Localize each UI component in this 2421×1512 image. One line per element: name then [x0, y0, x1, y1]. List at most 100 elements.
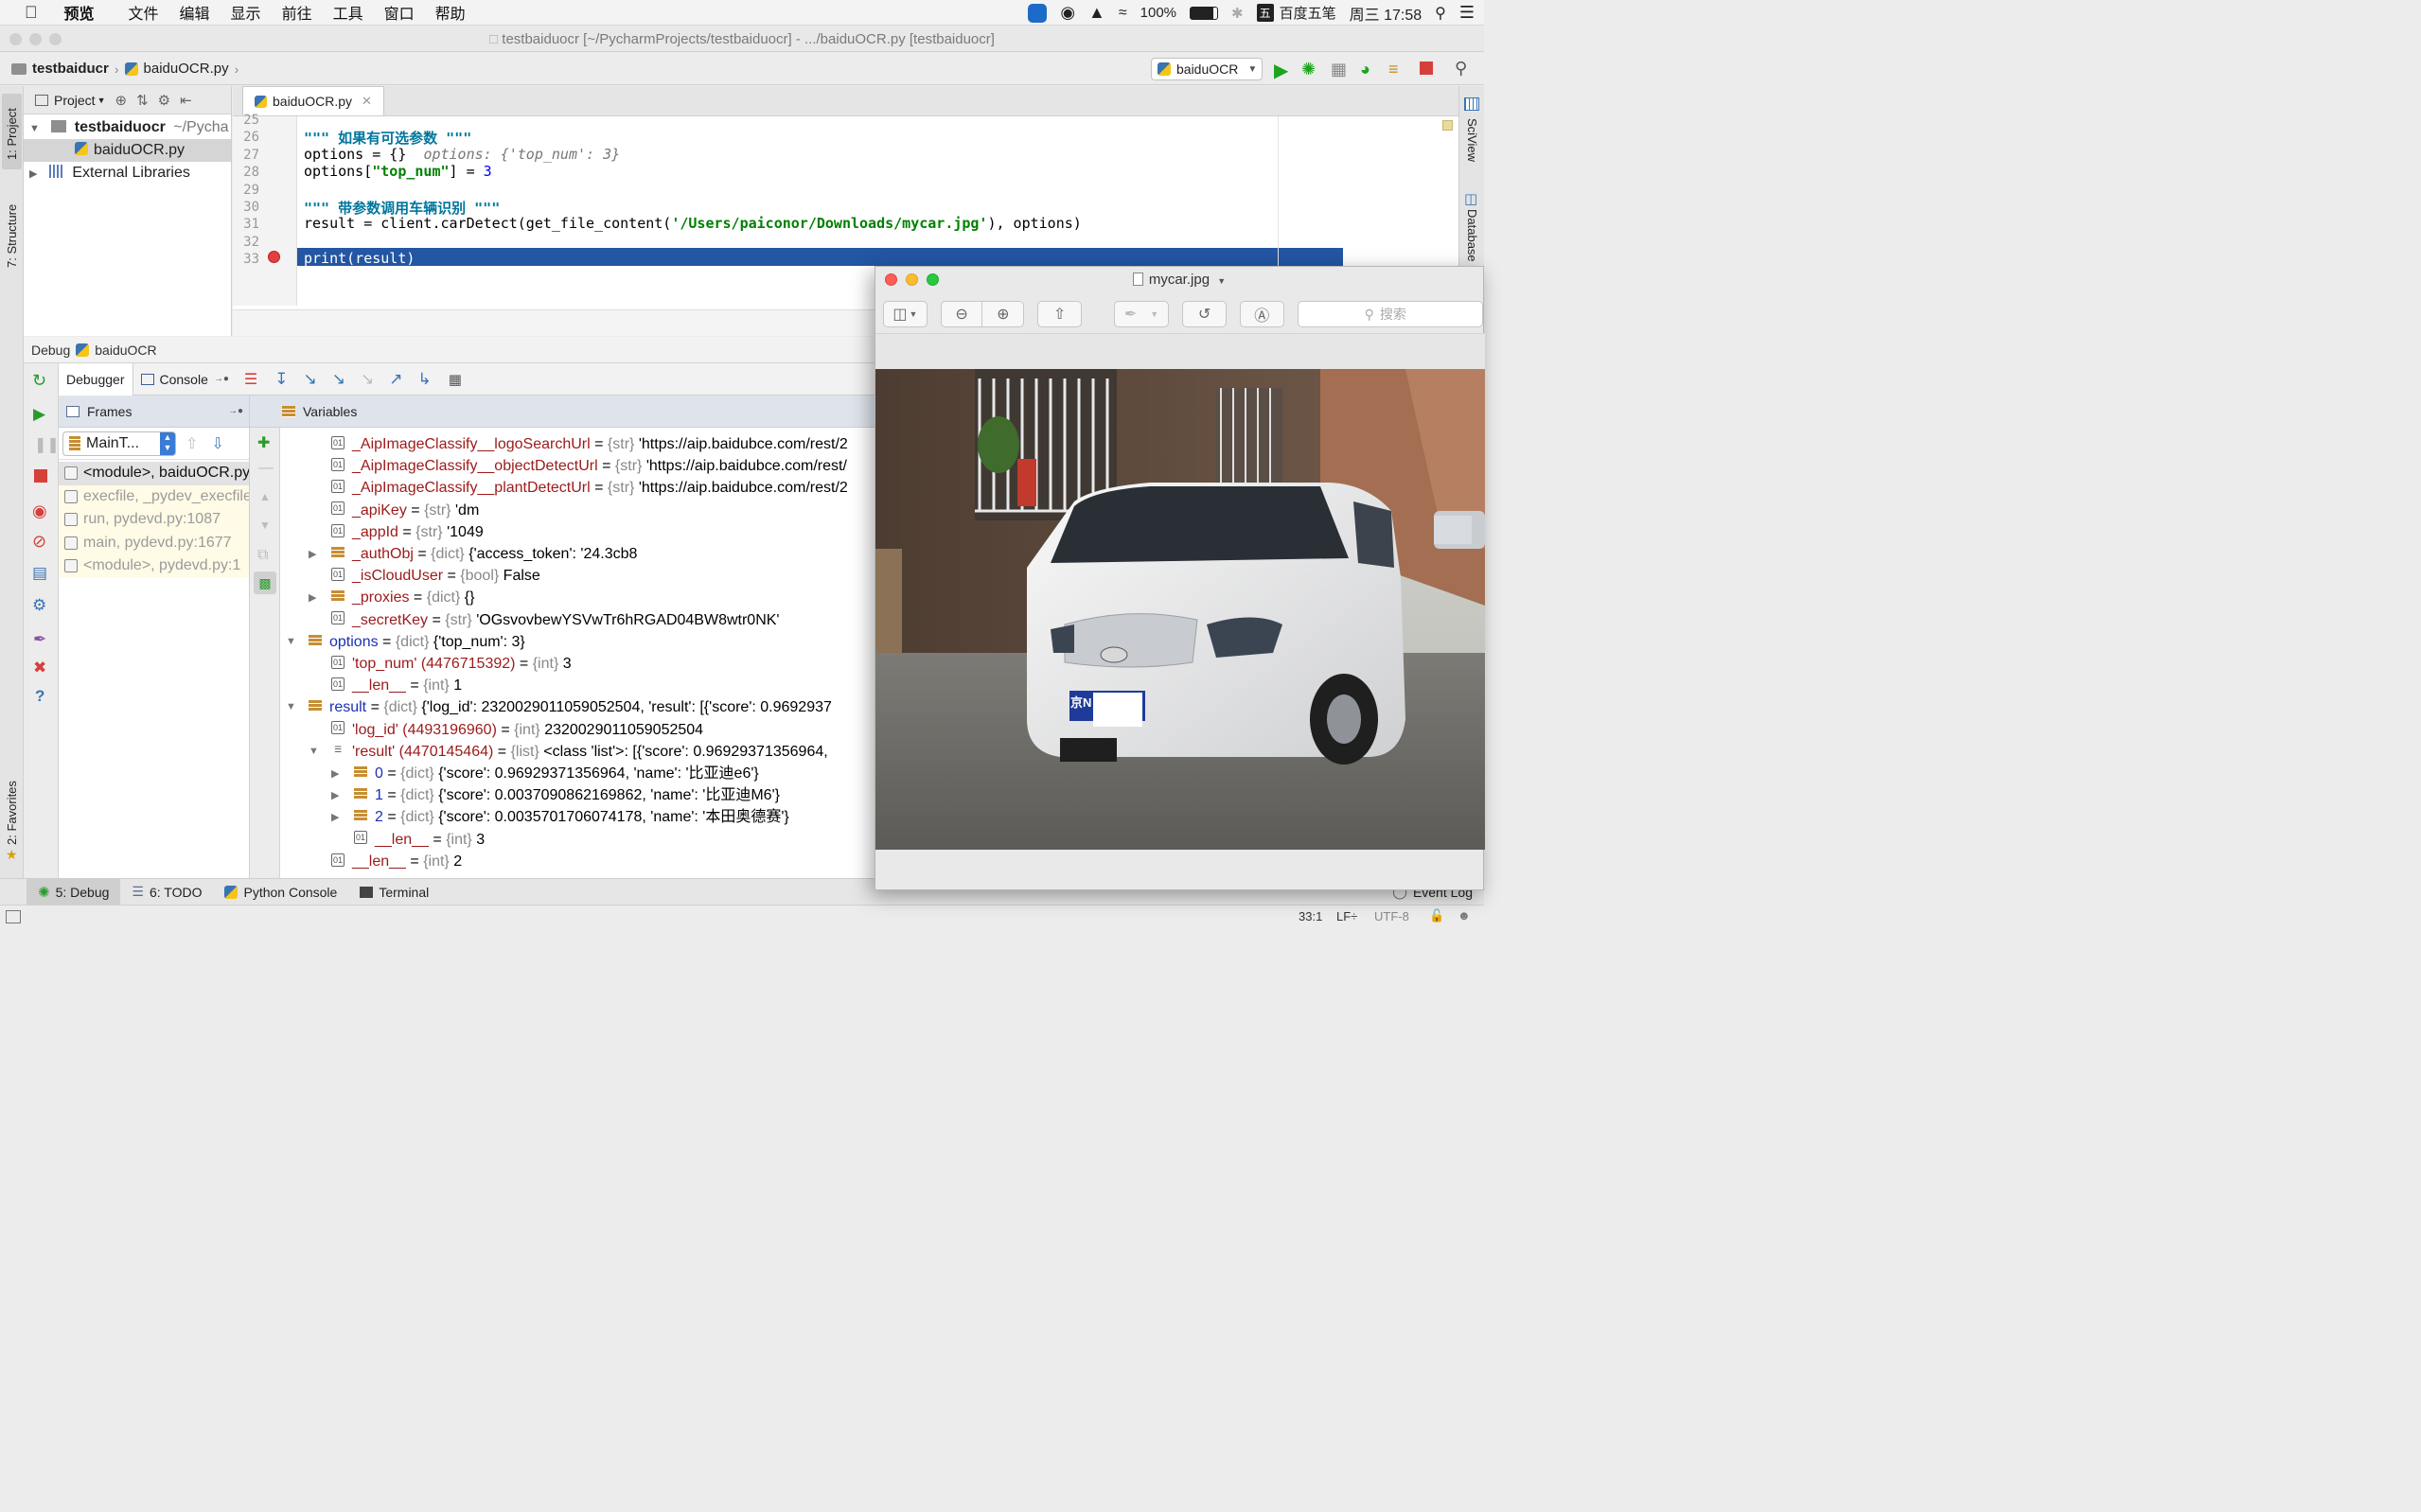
code-line[interactable]: print(result) — [304, 250, 415, 267]
tab-debugger[interactable]: Debugger — [59, 362, 133, 396]
battery-icon[interactable] — [1190, 6, 1219, 20]
menu-window[interactable]: 窗口 — [384, 1, 415, 24]
collapsed-arrow-icon[interactable]: ▶ — [309, 591, 316, 604]
spotlight-icon[interactable]: ⚲ — [1435, 4, 1446, 23]
variable-row[interactable]: options = {dict} {'top_num': 3} — [309, 631, 525, 653]
variable-row[interactable]: 01 _secretKey = {str} 'OGsvovbewYSVwTr6hR… — [331, 609, 779, 631]
wechat-icon[interactable]: ◉ — [1060, 3, 1075, 23]
zoom-button[interactable] — [927, 273, 939, 286]
chevron-down-icon[interactable]: ▼ — [1217, 276, 1226, 286]
file-encoding[interactable]: UTF-8 — [1374, 909, 1409, 923]
collapsed-arrow-icon[interactable]: ▶ — [331, 789, 339, 801]
settings-icon[interactable]: ⚙ — [32, 596, 46, 615]
close-button[interactable] — [885, 273, 897, 286]
menu-help[interactable]: 帮助 — [435, 1, 466, 24]
layout-icon[interactable]: ▤ — [32, 564, 47, 583]
minimize-button[interactable] — [906, 273, 918, 286]
editor-tab-baiduocr[interactable]: baiduOCR.py ✕ — [242, 86, 384, 115]
ime-badge[interactable]: 五 — [1256, 4, 1274, 22]
variable-row[interactable]: 01 __len__ = {int} 1 — [331, 675, 462, 696]
project-view-select[interactable]: Project — [54, 93, 96, 108]
annotate-button[interactable]: Ⓐ — [1239, 301, 1284, 327]
new-watch-icon[interactable]: ✚ — [257, 433, 270, 452]
variable-row[interactable]: 01 _appId = {str} '1049 — [331, 521, 484, 543]
step-out-icon[interactable]: ↗ — [389, 370, 402, 389]
force-step-into-icon[interactable]: ↘ — [361, 370, 374, 389]
variable-row[interactable]: 01 _AipImageClassify__objectDetectUrl = {… — [331, 455, 847, 477]
variable-row[interactable]: result = {dict} {'log_id': 2320029011059… — [309, 696, 832, 718]
resume-icon[interactable]: ▶ — [33, 405, 45, 424]
bluetooth-icon[interactable]: ✱ — [1231, 5, 1244, 22]
step-into-my-code-icon[interactable]: ↘ — [332, 370, 345, 389]
variable-row[interactable]: 2 = {dict} {'score': 0.0035701706074178,… — [354, 806, 789, 828]
frame-item[interactable]: execfile, _pydev_execfile — [59, 484, 249, 508]
run-to-cursor-icon[interactable]: ↳ — [418, 370, 432, 389]
menu-view[interactable]: 显示 — [231, 1, 261, 24]
frame-item[interactable]: run, pydevd.py:1087 — [59, 508, 249, 532]
thread-select[interactable]: MainT... ▲ ▼ — [62, 431, 176, 456]
breadcrumb-file[interactable]: baiduOCR.py — [144, 61, 229, 77]
frame-item[interactable]: <module>, baiduOCR.py — [59, 462, 249, 485]
wifi-icon[interactable]: ≈ — [1119, 5, 1127, 22]
collapsed-arrow-icon[interactable]: ▶ — [309, 548, 316, 560]
preview-title[interactable]: mycar.jpg — [1149, 272, 1210, 288]
expanded-arrow-icon[interactable]: ▼ — [309, 746, 319, 757]
concurrency-icon[interactable]: ≡ — [1388, 60, 1399, 79]
zoom-button[interactable] — [49, 33, 62, 45]
teamviewer-icon[interactable] — [1028, 3, 1048, 23]
profile-icon[interactable]: ◕ — [1360, 60, 1370, 79]
analysis-ok-icon[interactable] — [1442, 120, 1453, 131]
zoom-out-button[interactable]: ⊖ — [940, 301, 983, 327]
bottom-tab-terminal[interactable]: Terminal — [348, 879, 440, 905]
help-icon[interactable]: ? — [35, 687, 44, 706]
move-up-icon[interactable]: ▲ — [259, 490, 271, 503]
zoom-in-button[interactable]: ⊕ — [981, 301, 1025, 327]
breadcrumb-project[interactable]: testbaiducr — [32, 61, 109, 77]
menu-file[interactable]: 文件 — [129, 1, 159, 24]
debug-icon[interactable]: ✺ — [1301, 60, 1316, 79]
frame-item[interactable]: main, pydevd.py:1677 — [59, 531, 249, 554]
collapsed-arrow-icon[interactable]: ▶ — [331, 767, 339, 780]
variable-row[interactable]: 01 _AipImageClassify__plantDetectUrl = {s… — [331, 477, 848, 499]
bottom-tab-todo[interactable]: ☰ 6: TODO — [120, 879, 213, 905]
remove-watch-icon[interactable]: — — [258, 460, 274, 477]
expanded-arrow-icon[interactable]: ▼ — [286, 636, 296, 647]
close-icon[interactable]: ✖ — [33, 659, 46, 677]
ime-name[interactable]: 百度五笔 — [1280, 3, 1336, 23]
search-icon[interactable]: ⚲ — [1455, 59, 1467, 79]
variable-row[interactable]: _authObj = {dict} {'access_token': '24.3… — [331, 543, 637, 565]
rerun-icon[interactable]: ↻ — [32, 371, 46, 391]
show-execution-point-icon[interactable]: ☰ — [244, 370, 257, 389]
variable-row[interactable]: 01 __len__ = {int} 2 — [331, 851, 462, 872]
markup-button[interactable]: ✒ ▼ — [1113, 301, 1170, 327]
variable-row[interactable]: 01 _isCloudUser = {bool} False — [331, 565, 540, 587]
copy-icon[interactable]: ⧉ — [257, 547, 268, 564]
variable-row[interactable]: 01 __len__ = {int} 3 — [354, 829, 485, 851]
step-over-icon[interactable]: ↧ — [274, 370, 288, 389]
next-frame-icon[interactable]: ⇩ — [211, 434, 223, 453]
code-line[interactable]: result = client.carDetect(get_file_conte… — [304, 215, 1082, 232]
bottom-tab-python-console[interactable]: Python Console — [213, 879, 348, 905]
code-line[interactable]: options["top_num"] = 3 — [304, 163, 492, 180]
menu-tools[interactable]: 工具 — [333, 1, 363, 24]
coverage-icon[interactable]: ▦ — [1331, 60, 1347, 79]
line-separator[interactable]: LF÷ — [1336, 909, 1357, 923]
minimize-button[interactable] — [29, 33, 42, 45]
qq-icon[interactable]: ▲ — [1088, 3, 1105, 23]
variable-row[interactable]: 01'top_num' (4476715392) = {int} 3 — [331, 653, 572, 675]
variable-row[interactable]: 01 _AipImageClassify__logoSearchUrl = {st… — [331, 433, 848, 455]
view-breakpoints-icon[interactable]: ◉ — [32, 501, 47, 521]
breakpoint-icon[interactable] — [268, 251, 280, 263]
share-button[interactable]: ⇧ — [1037, 301, 1082, 327]
variable-row[interactable]: _proxies = {dict} {} — [331, 587, 474, 608]
code-line[interactable]: options = {} options: {'top_num': 3} — [304, 146, 620, 163]
collapse-icon[interactable]: ⇅ — [136, 92, 149, 109]
car-photo[interactable]: 京N — [875, 369, 1485, 850]
run-icon[interactable]: ▶ — [1274, 59, 1288, 82]
menu-edit[interactable]: 编辑 — [180, 1, 210, 24]
caret-position[interactable]: 33:1 — [1299, 909, 1322, 923]
stop-icon[interactable] — [34, 469, 47, 483]
collapsed-arrow-icon[interactable]: ▶ — [29, 168, 37, 180]
evaluate-icon[interactable]: ▦ — [449, 371, 462, 388]
close-button[interactable] — [9, 33, 22, 45]
